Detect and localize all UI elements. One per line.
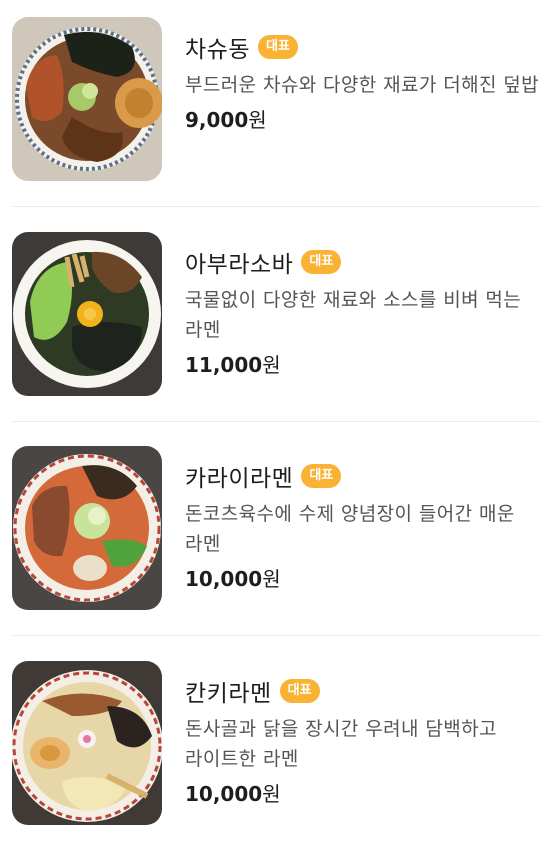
menu-item-price: 11,000원	[185, 349, 545, 378]
signature-badge: 대표	[279, 679, 320, 703]
menu-item-description: 부드러운 차슈와 다양한 재료가 더해진 덮밥	[185, 74, 540, 96]
menu-item-info: 칸키라멘 대표 돈사골과 닭을 장시간 우려내 담백하고 라이트한 라멘 10,…	[185, 661, 545, 807]
signature-badge: 대표	[301, 250, 342, 274]
abura-soba-photo	[12, 232, 162, 396]
price-currency: 원	[262, 782, 281, 806]
menu-item-name: 차슈동	[185, 37, 250, 63]
price-amount: 10,000	[185, 567, 263, 591]
menu-item-chashu-don[interactable]: 차슈동 대표 부드러운 차슈와 다양한 재료가 더해진 덮밥 9,000원	[12, 17, 545, 181]
karai-ramen-photo	[12, 446, 162, 610]
menu-item-description: 돈사골과 닭을 장시간 우려내 담백하고 라이트한 라멘	[185, 718, 497, 770]
menu-item-price: 10,000원	[185, 778, 545, 807]
menu-item-name: 카라이라멘	[185, 466, 294, 492]
menu-item-kanki-ramen[interactable]: 칸키라멘 대표 돈사골과 닭을 장시간 우려내 담백하고 라이트한 라멘 10,…	[12, 661, 545, 825]
signature-badge: 대표	[301, 464, 342, 488]
signature-badge: 대표	[257, 35, 298, 59]
name-row: 칸키라멘 대표	[185, 671, 545, 711]
chashu-don-photo	[12, 17, 162, 181]
price-currency: 원	[262, 567, 281, 591]
price-amount: 10,000	[185, 782, 263, 806]
price-amount: 11,000	[185, 353, 263, 377]
menu-list: 차슈동 대표 부드러운 차슈와 다양한 재료가 더해진 덮밥 9,000원 아부…	[0, 0, 556, 844]
menu-item-abura-soba[interactable]: 아부라소바 대표 국물없이 다양한 재료와 소스를 비벼 먹는 라멘 11,00…	[12, 232, 545, 396]
menu-item-info: 차슈동 대표 부드러운 차슈와 다양한 재료가 더해진 덮밥 9,000원	[185, 17, 545, 133]
menu-item-description: 국물없이 다양한 재료와 소스를 비벼 먹는 라멘	[185, 289, 522, 341]
name-row: 아부라소바 대표	[185, 242, 545, 282]
menu-item-info: 아부라소바 대표 국물없이 다양한 재료와 소스를 비벼 먹는 라멘 11,00…	[185, 232, 545, 378]
menu-item-name: 아부라소바	[185, 252, 294, 278]
price-currency: 원	[248, 108, 267, 132]
divider	[12, 206, 542, 207]
menu-item-info: 카라이라멘 대표 돈코츠육수에 수제 양념장이 들어간 매운 라멘 10,000…	[185, 446, 545, 592]
price-currency: 원	[262, 353, 281, 377]
name-row: 차슈동 대표	[185, 27, 545, 67]
menu-item-price: 9,000원	[185, 104, 545, 133]
divider	[12, 635, 542, 636]
menu-item-description: 돈코츠육수에 수제 양념장이 들어간 매운 라멘	[185, 503, 515, 555]
divider	[12, 421, 542, 422]
kanki-ramen-photo	[12, 661, 162, 825]
menu-item-price: 10,000원	[185, 563, 545, 592]
price-amount: 9,000	[185, 108, 249, 132]
menu-item-karai-ramen[interactable]: 카라이라멘 대표 돈코츠육수에 수제 양념장이 들어간 매운 라멘 10,000…	[12, 446, 545, 610]
menu-item-name: 칸키라멘	[185, 681, 272, 707]
name-row: 카라이라멘 대표	[185, 456, 545, 496]
